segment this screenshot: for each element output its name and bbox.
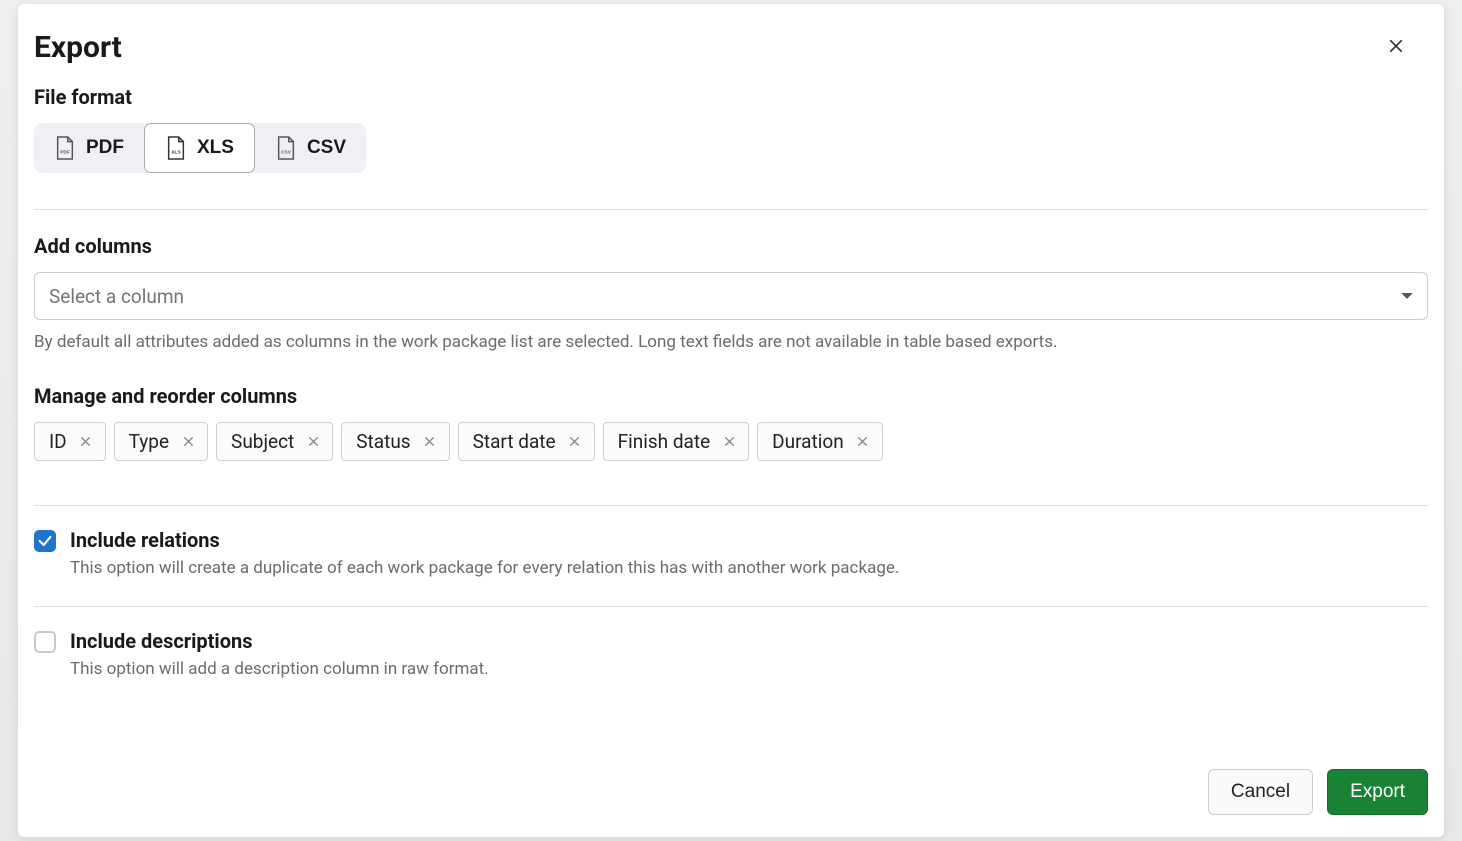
remove-chip-button[interactable] bbox=[77, 433, 95, 451]
include-descriptions-title: Include descriptions bbox=[70, 629, 1428, 653]
column-chip-label: Status bbox=[356, 430, 410, 453]
close-icon bbox=[856, 435, 869, 448]
remove-chip-button[interactable] bbox=[421, 433, 439, 451]
column-chip-label: Type bbox=[129, 430, 169, 453]
export-modal: Export File format PDF PDF XLS XLS bbox=[18, 4, 1444, 837]
add-columns-hint: By default all attributes added as colum… bbox=[34, 332, 1428, 352]
file-csv-icon: CSV bbox=[275, 135, 297, 161]
include-descriptions-content: Include descriptions This option will ad… bbox=[70, 629, 1428, 679]
close-icon bbox=[568, 435, 581, 448]
file-xls-icon: XLS bbox=[165, 135, 187, 161]
include-relations-checkbox[interactable] bbox=[34, 530, 56, 552]
file-format-label: File format bbox=[34, 85, 1428, 109]
format-option-xls[interactable]: XLS XLS bbox=[144, 123, 255, 173]
check-icon bbox=[37, 533, 53, 549]
column-chip-label: Duration bbox=[772, 430, 844, 453]
add-columns-label: Add columns bbox=[34, 234, 1428, 258]
close-icon bbox=[723, 435, 736, 448]
select-placeholder: Select a column bbox=[49, 285, 184, 308]
remove-chip-button[interactable] bbox=[179, 433, 197, 451]
column-chip-label: Subject bbox=[231, 430, 294, 453]
format-option-label: XLS bbox=[197, 137, 234, 159]
close-icon bbox=[79, 435, 92, 448]
format-option-label: PDF bbox=[86, 137, 124, 159]
export-button[interactable]: Export bbox=[1327, 769, 1428, 815]
remove-chip-button[interactable] bbox=[854, 433, 872, 451]
svg-text:XLS: XLS bbox=[171, 150, 180, 156]
svg-text:PDF: PDF bbox=[60, 150, 70, 156]
add-columns-select-wrap: Select a column bbox=[34, 272, 1428, 320]
close-icon bbox=[307, 435, 320, 448]
column-chip[interactable]: Subject bbox=[216, 422, 333, 461]
remove-chip-button[interactable] bbox=[304, 433, 322, 451]
include-relations-title: Include relations bbox=[70, 528, 1428, 552]
add-columns-select[interactable]: Select a column bbox=[34, 272, 1428, 320]
column-chip[interactable]: Start date bbox=[458, 422, 595, 461]
remove-chip-button[interactable] bbox=[720, 433, 738, 451]
include-relations-content: Include relations This option will creat… bbox=[70, 528, 1428, 578]
divider bbox=[34, 505, 1428, 506]
column-chip-label: Start date bbox=[473, 430, 556, 453]
divider bbox=[34, 606, 1428, 607]
format-option-csv[interactable]: CSV CSV bbox=[255, 123, 366, 173]
svg-text:CSV: CSV bbox=[281, 150, 292, 156]
file-format-group: PDF PDF XLS XLS CSV CSV bbox=[34, 123, 366, 173]
close-icon bbox=[182, 435, 195, 448]
modal-title: Export bbox=[34, 30, 1428, 65]
close-icon bbox=[423, 435, 436, 448]
close-button[interactable] bbox=[1382, 32, 1410, 60]
include-relations-row: Include relations This option will creat… bbox=[34, 528, 1428, 578]
divider bbox=[34, 209, 1428, 210]
column-chip[interactable]: Finish date bbox=[603, 422, 750, 461]
close-icon bbox=[1387, 37, 1405, 55]
include-relations-desc: This option will create a duplicate of e… bbox=[70, 558, 1428, 578]
include-descriptions-row: Include descriptions This option will ad… bbox=[34, 629, 1428, 679]
remove-chip-button[interactable] bbox=[566, 433, 584, 451]
column-chip[interactable]: Duration bbox=[757, 422, 883, 461]
column-chip-label: Finish date bbox=[618, 430, 711, 453]
modal-footer: Cancel Export bbox=[18, 755, 1444, 815]
include-descriptions-checkbox[interactable] bbox=[34, 631, 56, 653]
column-chip[interactable]: ID bbox=[34, 422, 106, 461]
column-chip[interactable]: Type bbox=[114, 422, 208, 461]
column-chips: ID Type Subject Status Start date Finish date… bbox=[34, 422, 1428, 461]
file-pdf-icon: PDF bbox=[54, 135, 76, 161]
include-descriptions-desc: This option will add a description colum… bbox=[70, 659, 1428, 679]
cancel-button[interactable]: Cancel bbox=[1208, 769, 1313, 815]
format-option-pdf[interactable]: PDF PDF bbox=[34, 123, 144, 173]
column-chip-label: ID bbox=[49, 430, 67, 453]
column-chip[interactable]: Status bbox=[341, 422, 449, 461]
format-option-label: CSV bbox=[307, 137, 346, 159]
manage-columns-label: Manage and reorder columns bbox=[34, 384, 1428, 408]
